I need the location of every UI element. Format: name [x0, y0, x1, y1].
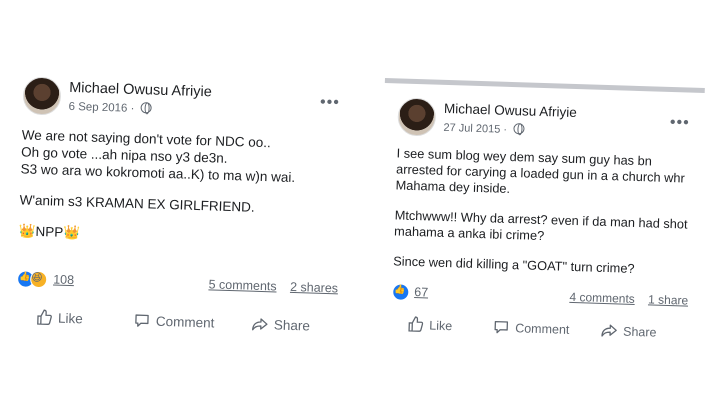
- comment-icon: [135, 314, 149, 327]
- comment-button[interactable]: Comment: [134, 312, 215, 331]
- share-icon: [601, 324, 617, 337]
- more-options-icon[interactable]: •••: [320, 94, 340, 113]
- post-paragraph: Mtchwww!! Why da arrest? even if da man …: [393, 207, 688, 244]
- share-label: Share: [622, 324, 657, 340]
- reaction-count[interactable]: 108: [53, 272, 74, 287]
- post-header: Michael Owusu Afriyie 6 Sep 2016 · •••: [22, 76, 344, 128]
- comment-button[interactable]: Comment: [493, 319, 570, 337]
- like-reaction-icon[interactable]: [392, 283, 410, 301]
- comments-link[interactable]: 4 comments: [569, 290, 635, 306]
- post-text: We are not saying don't vote for NDC oo.…: [18, 126, 343, 263]
- post-stats: 4 comments 1 share: [559, 290, 688, 308]
- share-button[interactable]: Share: [252, 316, 311, 334]
- post-paragraph: We are not saying don't vote for NDC oo.…: [20, 127, 296, 186]
- post-paragraph: W'anim s3 KRAMAN EX GIRLFRIEND.: [19, 192, 255, 215]
- like-button[interactable]: Like: [36, 309, 83, 326]
- comment-label: Comment: [514, 321, 570, 337]
- post-paragraph: 👑NPP👑: [18, 223, 81, 241]
- haha-reaction-icon[interactable]: [29, 270, 48, 289]
- reaction-count[interactable]: 67: [414, 285, 428, 299]
- post-meta: 6 Sep 2016 ·: [68, 100, 152, 116]
- like-label: Like: [429, 318, 453, 334]
- comment-label: Comment: [155, 313, 215, 331]
- avatar[interactable]: [397, 97, 437, 137]
- post-date[interactable]: 6 Sep 2016 ·: [68, 101, 134, 115]
- post-card: Michael Owusu Afriyie 6 Sep 2016 · ••• W…: [0, 62, 355, 363]
- comments-link[interactable]: 5 comments: [208, 277, 276, 293]
- post-card: Michael Owusu Afriyie 27 Jul 2015 · ••• …: [376, 78, 705, 363]
- post-header: Michael Owusu Afriyie 27 Jul 2015 · •••: [397, 97, 694, 148]
- post-stats: 5 comments 2 shares: [198, 277, 338, 295]
- like-label: Like: [57, 310, 83, 327]
- post-paragraph: Since wen did killing a "GOAT" turn crim…: [393, 253, 635, 276]
- shares-link[interactable]: 2 shares: [290, 280, 338, 295]
- action-bar: Like Comment Share: [15, 308, 337, 344]
- post-text: I see sum blog wey dem say sum guy has b…: [393, 145, 693, 292]
- globe-icon: [512, 123, 525, 135]
- comment-icon: [494, 320, 509, 334]
- post-paragraph: I see sum blog wey dem say sum guy has b…: [395, 145, 686, 196]
- share-button[interactable]: Share: [601, 322, 657, 340]
- like-button[interactable]: Like: [407, 316, 452, 333]
- action-bar: Like Comment Share: [391, 315, 688, 350]
- reaction-bar: 108 5 comments 2 shares: [16, 270, 338, 298]
- post-date[interactable]: 27 Jul 2015 ·: [443, 122, 507, 136]
- shares-link[interactable]: 1 share: [648, 292, 688, 307]
- thumbs-up-icon: [37, 309, 52, 325]
- avatar[interactable]: [22, 76, 62, 116]
- author-name[interactable]: Michael Owusu Afriyie: [444, 101, 577, 120]
- share-icon: [252, 318, 268, 331]
- more-options-icon[interactable]: •••: [670, 114, 690, 133]
- share-label: Share: [273, 317, 311, 334]
- post-meta: 27 Jul 2015 ·: [443, 121, 525, 137]
- globe-icon: [140, 102, 152, 114]
- author-name[interactable]: Michael Owusu Afriyie: [69, 80, 212, 100]
- thumbs-up-icon: [408, 316, 424, 332]
